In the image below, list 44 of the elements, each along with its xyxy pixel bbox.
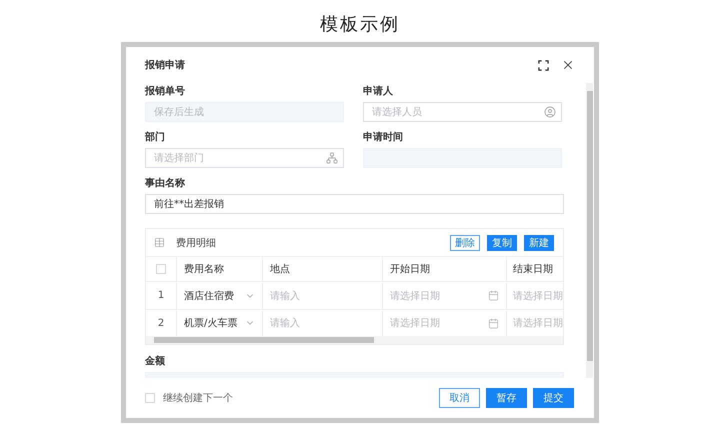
footer-button[interactable]: 暂存 (486, 388, 527, 408)
person-icon (544, 106, 556, 118)
horizontal-scrollbar[interactable] (146, 336, 563, 344)
input-field[interactable]: 前往**出差报销 (145, 194, 564, 214)
column-header: 结束日期 (513, 262, 553, 276)
field-label: 申请人 (363, 85, 394, 99)
footer-button[interactable]: 取消 (439, 388, 480, 408)
fullscreen-icon[interactable] (538, 60, 549, 70)
column-header: 开始日期 (390, 262, 430, 276)
table-action-button[interactable]: 复制 (487, 234, 517, 250)
calendar-icon (488, 290, 499, 301)
footer-button[interactable]: 提交 (533, 388, 574, 408)
field-label: 金额 (145, 355, 166, 369)
date-field[interactable]: 请选择日期 (513, 288, 565, 302)
input-field[interactable]: 请选择人员 (363, 102, 562, 122)
dropdown-field[interactable]: 机票/火车票 (184, 316, 255, 330)
dropdown-field[interactable]: 酒店住宿费 (184, 288, 255, 302)
column-header: 费用名称 (184, 262, 224, 276)
input-field[interactable]: 请输入 (270, 288, 375, 302)
input-field[interactable]: 请选择部门 (145, 148, 344, 168)
field-label: 事由名称 (145, 177, 186, 191)
checkbox[interactable] (145, 393, 155, 403)
date-field[interactable]: 请选择日期 (513, 316, 565, 330)
org-chart-icon (326, 152, 338, 164)
date-field[interactable]: 请选择日期 (390, 316, 499, 330)
row-number: 1 (158, 290, 164, 301)
vertical-scrollbar[interactable] (586, 83, 593, 378)
dialog-title: 报销申请 (145, 58, 186, 72)
checkbox-label: 继续创建下一个 (163, 392, 233, 405)
date-field[interactable]: 请选择日期 (390, 288, 499, 302)
calendar-icon (488, 318, 499, 328)
table-icon (154, 237, 165, 248)
input-field[interactable]: 请输入 (270, 316, 375, 330)
close-icon[interactable] (561, 58, 575, 72)
column-header: 地点 (270, 262, 290, 276)
checkbox[interactable] (156, 264, 166, 274)
table-action-button[interactable]: 删除 (450, 234, 480, 250)
page-title: 模板示例 (320, 13, 400, 37)
field-label: 报销单号 (145, 85, 186, 99)
table-title: 费用明细 (176, 236, 217, 250)
field-label: 部门 (145, 131, 166, 145)
row-number: 2 (158, 318, 164, 328)
table-action-button[interactable]: 新建 (524, 234, 554, 250)
field-label: 申请时间 (363, 131, 404, 145)
